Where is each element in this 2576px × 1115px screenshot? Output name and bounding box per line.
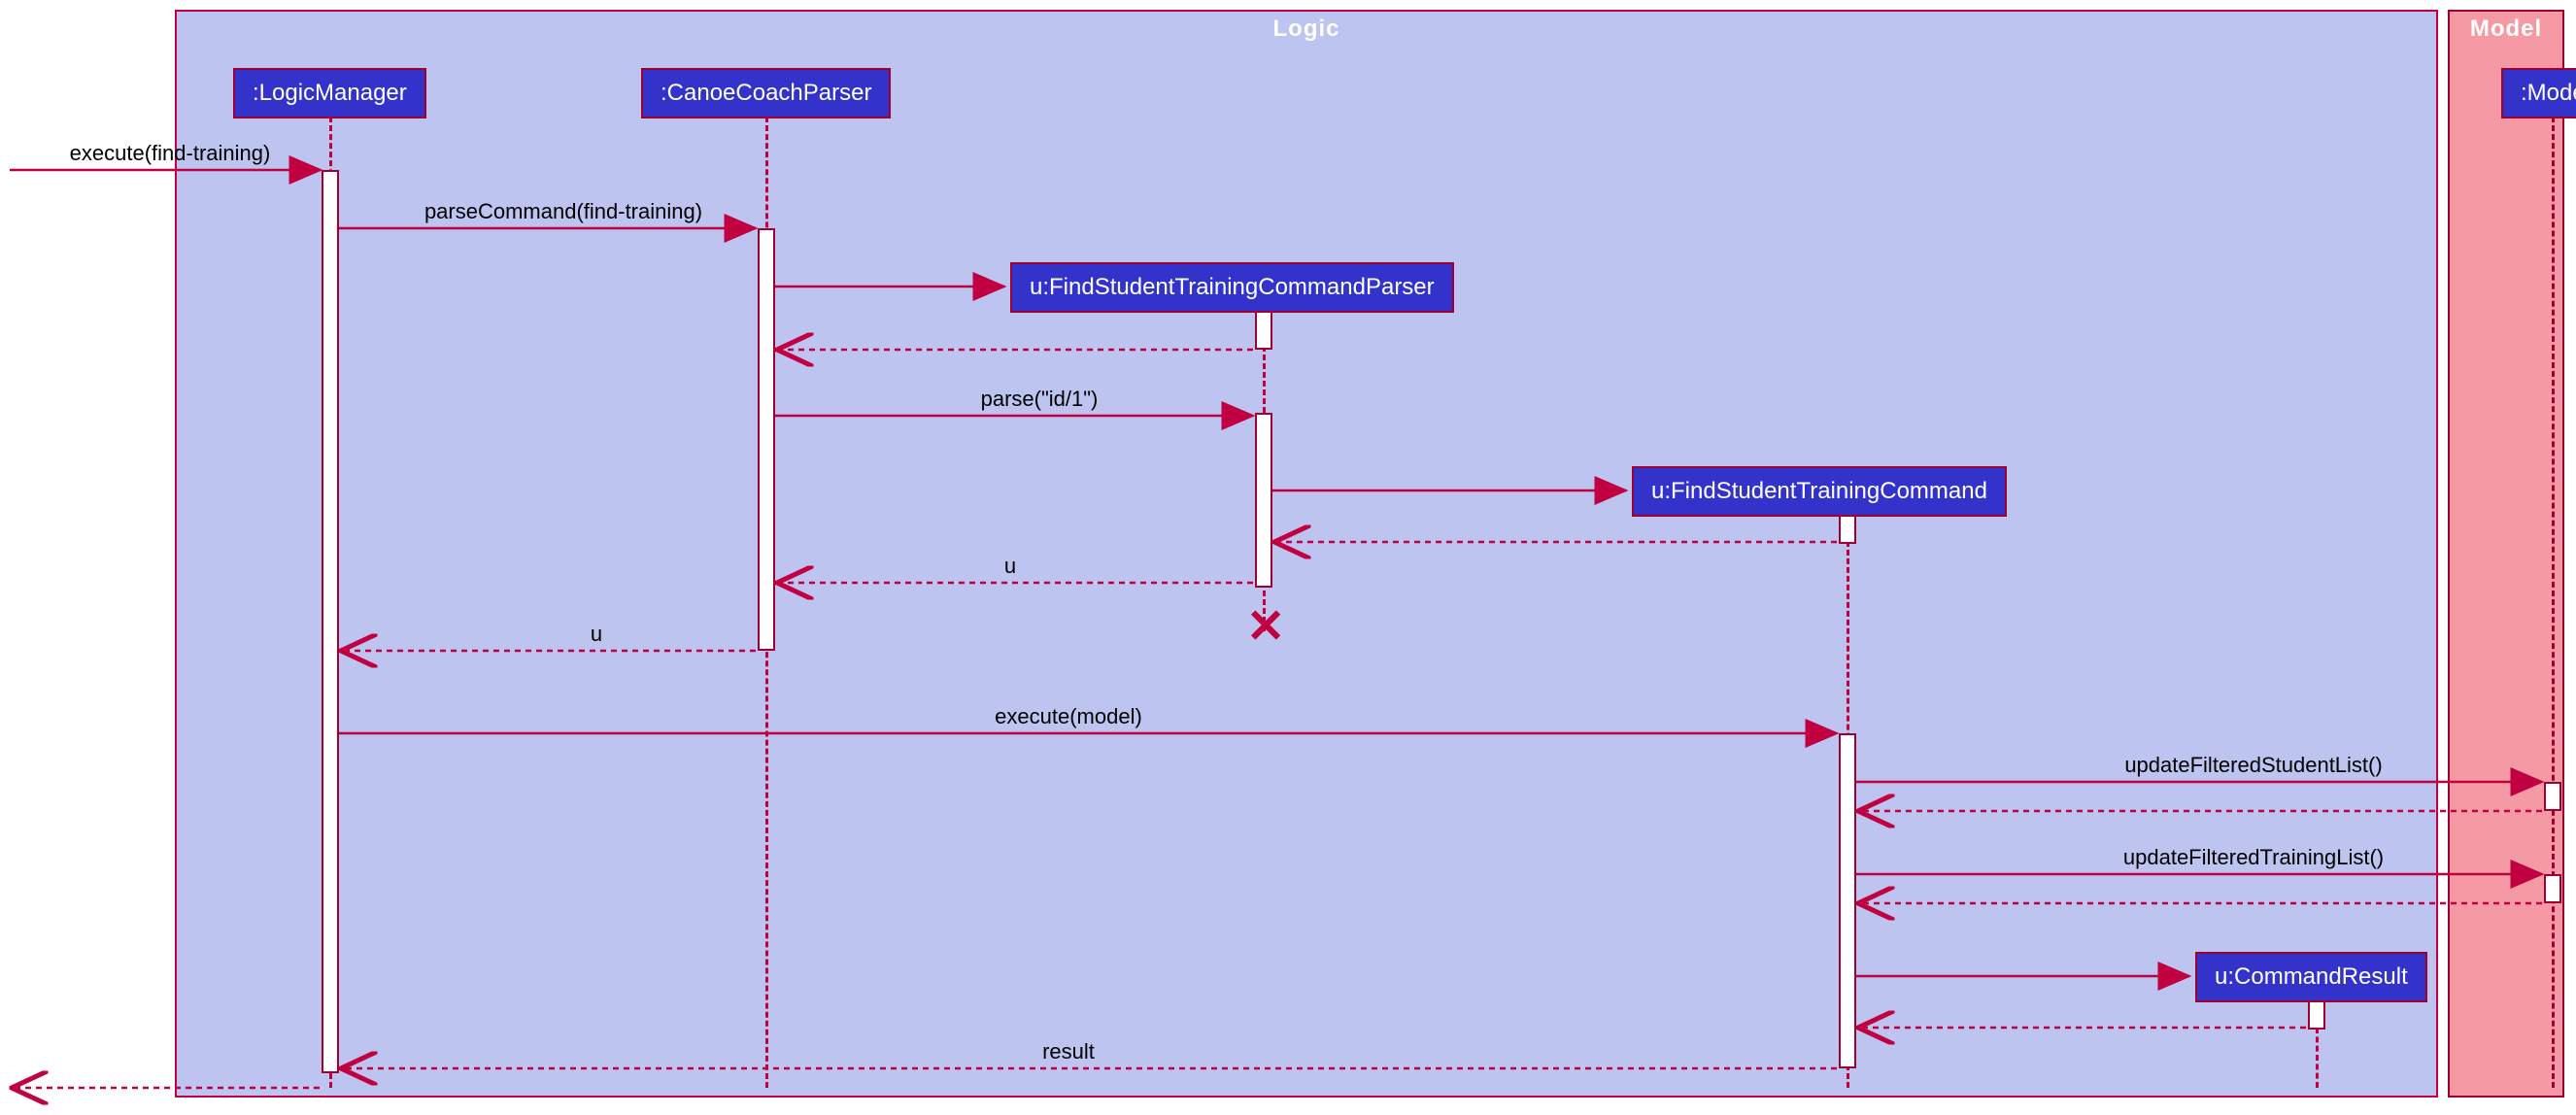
activation-fstcp-1 bbox=[1255, 311, 1272, 350]
activation-fstcp-2 bbox=[1255, 413, 1272, 588]
msg-parse-id1: parse("id/1") bbox=[894, 387, 1185, 412]
participant-fstcp: u:FindStudentTrainingCommandParser bbox=[1010, 262, 1454, 313]
logic-frame: Logic bbox=[175, 10, 2438, 1098]
participant-canoecoachparser: :CanoeCoachParser bbox=[641, 68, 891, 118]
activation-fstc-1 bbox=[1839, 515, 1856, 544]
participant-logicmanager: :LogicManager bbox=[233, 68, 426, 118]
destroy-icon: ✕ bbox=[1246, 604, 1285, 651]
logic-frame-title: Logic bbox=[177, 16, 2436, 43]
activation-model-2 bbox=[2544, 874, 2561, 903]
msg-execute-findtraining: execute(find-training) bbox=[24, 141, 316, 166]
model-frame: Model bbox=[2448, 10, 2564, 1098]
model-frame-title: Model bbox=[2450, 16, 2562, 43]
msg-result: result bbox=[971, 1039, 1166, 1064]
msg-return-u2: u bbox=[577, 622, 616, 647]
msg-updatefilteredstudentlist: updateFilteredStudentList() bbox=[2059, 753, 2448, 778]
activation-fstc-2 bbox=[1839, 733, 1856, 1068]
activation-model-1 bbox=[2544, 782, 2561, 811]
participant-commandresult: u:CommandResult bbox=[2195, 952, 2427, 1002]
activation-commandresult bbox=[2308, 1000, 2325, 1030]
msg-execute-model: execute(model) bbox=[874, 704, 1263, 729]
participant-fstc: u:FindStudentTrainingCommand bbox=[1632, 466, 2007, 517]
msg-return-u1: u bbox=[991, 554, 1030, 579]
activation-logicmanager bbox=[322, 170, 339, 1073]
lifeline-model bbox=[2552, 117, 2555, 1088]
msg-parsecommand: parseCommand(find-training) bbox=[369, 199, 758, 224]
participant-model: :Model bbox=[2501, 68, 2576, 118]
msg-updatefilteredtraininglist: updateFilteredTrainingList() bbox=[2059, 845, 2448, 870]
activation-canoecoach-1 bbox=[758, 228, 775, 651]
